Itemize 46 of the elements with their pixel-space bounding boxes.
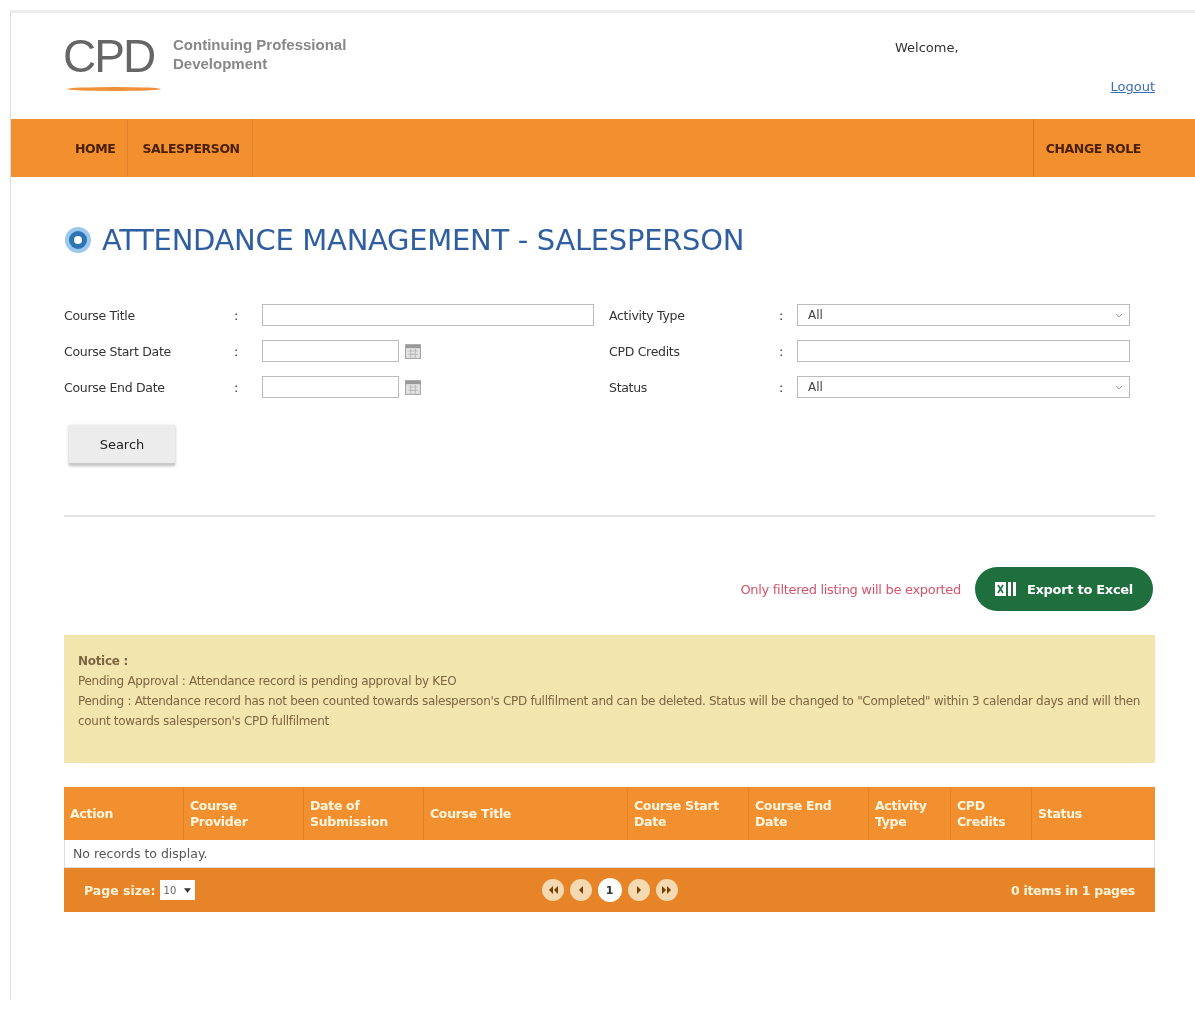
field-label: Course Start Date — [64, 343, 172, 359]
text-field[interactable] — [797, 340, 1130, 362]
nav-item[interactable]: SALESPERSON — [128, 119, 253, 177]
field-label: Activity Type — [609, 307, 686, 323]
dropdown[interactable]: All — [797, 304, 1130, 326]
logo-tagline: Development — [173, 54, 269, 73]
spreadsheet-icon — [994, 581, 1017, 597]
page-title: ATTENDANCE MANAGEMENT - SALESPERSON — [102, 223, 745, 257]
notice-title: Notice : — [78, 653, 129, 670]
logout-link[interactable]: Logout — [1110, 79, 1155, 94]
pager-summary: 0 items in 1 pages — [1009, 882, 1135, 898]
date-field[interactable] — [262, 376, 399, 398]
page-number[interactable]: 1 — [597, 878, 622, 902]
field-label: CPD Credits — [609, 343, 681, 359]
logo-text: CPD — [63, 33, 156, 79]
caret-down-icon — [184, 887, 192, 893]
chevron-down-icon — [1115, 384, 1123, 390]
text-field[interactable] — [262, 304, 594, 326]
chevron-down-icon — [1115, 312, 1123, 318]
colon: : — [234, 307, 240, 323]
previous-page-icon[interactable] — [569, 879, 592, 901]
page-size-dropdown[interactable]: 10 — [159, 880, 196, 900]
export-note: Only filtered listing will be exported — [740, 581, 961, 597]
date-field[interactable] — [262, 340, 399, 362]
colon: : — [779, 379, 785, 395]
notice-text: Pending Approval : Attendance record is pending approval by KEO — [78, 673, 458, 690]
field-label: Status — [609, 379, 649, 395]
first-page-icon[interactable] — [541, 879, 564, 901]
export-button[interactable]: Export to Excel — [974, 567, 1153, 611]
colon: : — [779, 307, 785, 323]
last-page-icon[interactable] — [655, 879, 678, 901]
next-page-icon[interactable] — [627, 879, 650, 901]
colon: : — [234, 343, 240, 359]
calendar-icon[interactable] — [405, 379, 421, 395]
dropdown[interactable]: All — [797, 376, 1130, 398]
search-button[interactable]: Search — [69, 425, 175, 465]
field-label: Course End Date — [64, 379, 166, 395]
nav-item[interactable]: HOME — [11, 119, 129, 177]
welcome-text: Welcome, — [895, 40, 959, 55]
calendar-icon[interactable] — [405, 343, 421, 359]
notice-text: Pending : Attendance record has not been counted towards salesperson's CPD fullfilment and can be deleted. Status will be changed to "Completed" within 3 calendar days and will then count towards salesperson's CPD fullfilment — [78, 693, 1141, 730]
colon: : — [234, 379, 240, 395]
colon: : — [779, 343, 785, 359]
field-label: Course Title — [64, 307, 136, 323]
page-size-label: Page size: — [84, 882, 156, 898]
logo-tagline: Continuing Professional — [173, 35, 347, 54]
